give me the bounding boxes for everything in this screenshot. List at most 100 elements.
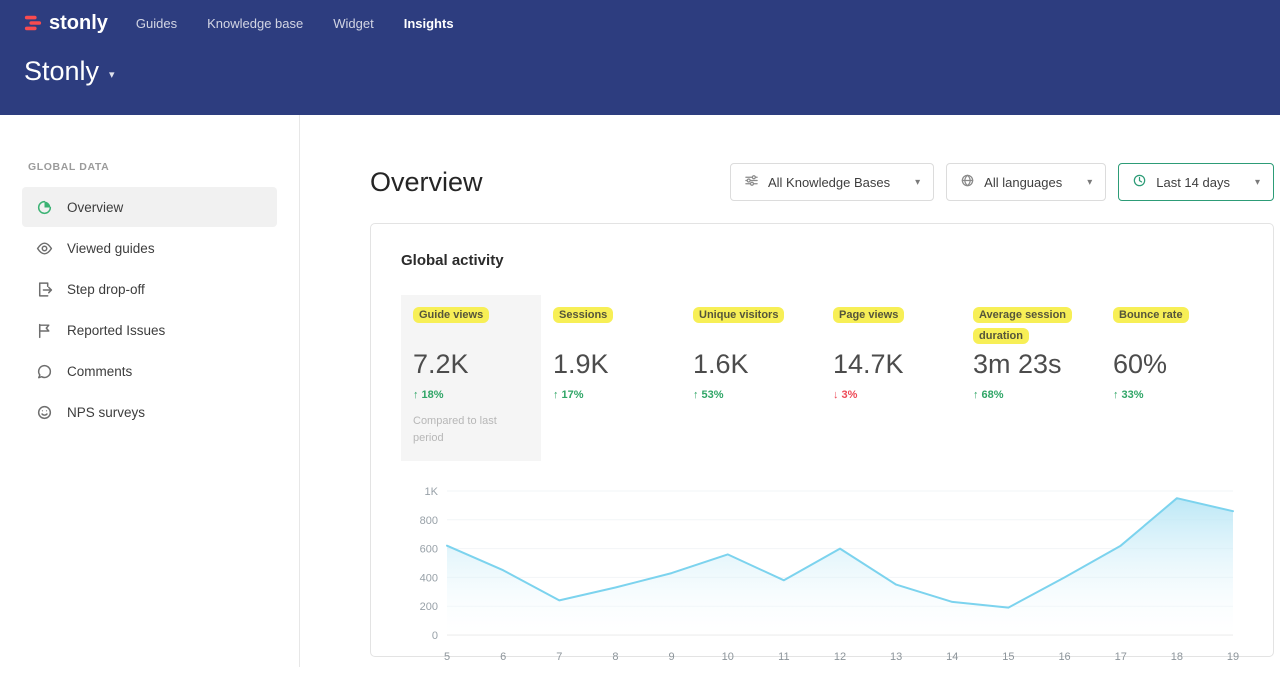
workspace-selector[interactable]: Stonly ▾ bbox=[24, 56, 1256, 87]
sidebar: GLOBAL DATA Overview Viewed guides bbox=[0, 115, 300, 667]
metric-sessions[interactable]: Sessions 1.9K ↑17% bbox=[541, 295, 681, 461]
page-title: Overview bbox=[370, 167, 483, 198]
language-filter[interactable]: All languages ▾ bbox=[946, 163, 1106, 201]
metric-value: 1.6K bbox=[693, 349, 809, 380]
sidebar-item-label: Comments bbox=[67, 364, 132, 379]
sidebar-item-nps-surveys[interactable]: NPS surveys bbox=[22, 392, 277, 432]
svg-text:8: 8 bbox=[612, 651, 618, 663]
metric-delta: ↑33% bbox=[1113, 389, 1229, 401]
metric-delta: ↓3% bbox=[833, 389, 949, 401]
svg-text:1K: 1K bbox=[425, 486, 439, 498]
sidebar-item-label: Viewed guides bbox=[67, 241, 155, 256]
sidebar-item-step-drop-off[interactable]: Step drop-off bbox=[22, 269, 277, 309]
metric-label: Guide views bbox=[413, 307, 489, 323]
svg-text:13: 13 bbox=[890, 651, 902, 663]
sidebar-item-viewed-guides[interactable]: Viewed guides bbox=[22, 228, 277, 268]
svg-text:600: 600 bbox=[420, 544, 438, 556]
metric-delta: ↑68% bbox=[973, 389, 1089, 401]
sidebar-section-label: GLOBAL DATA bbox=[22, 161, 277, 173]
metric-delta: ↑17% bbox=[553, 389, 669, 401]
knowledge-base-filter[interactable]: All Knowledge Bases ▾ bbox=[730, 163, 934, 201]
metric-avg-session-duration[interactable]: Average session duration 3m 23s ↑68% bbox=[961, 295, 1101, 461]
metric-value: 3m 23s bbox=[973, 349, 1089, 380]
svg-text:18: 18 bbox=[1171, 651, 1183, 663]
trend-arrow-icon: ↑ bbox=[693, 389, 699, 401]
metric-value: 1.9K bbox=[553, 349, 669, 380]
metric-label: Average session duration bbox=[973, 307, 1072, 344]
metrics-row: Guide views 7.2K ↑18% Compared to last p… bbox=[401, 295, 1243, 461]
svg-text:7: 7 bbox=[556, 651, 562, 663]
sidebar-item-label: NPS surveys bbox=[67, 405, 145, 420]
metric-unique-visitors[interactable]: Unique visitors 1.6K ↑53% bbox=[681, 295, 821, 461]
metric-value: 7.2K bbox=[413, 349, 529, 380]
nav-knowledge-base[interactable]: Knowledge base bbox=[207, 16, 303, 31]
filter-bar: All Knowledge Bases ▾ All languages ▾ bbox=[730, 163, 1274, 201]
svg-text:15: 15 bbox=[1002, 651, 1014, 663]
sidebar-item-label: Reported Issues bbox=[67, 323, 165, 338]
smiley-icon bbox=[36, 404, 53, 421]
svg-text:9: 9 bbox=[669, 651, 675, 663]
nav-guides[interactable]: Guides bbox=[136, 16, 177, 31]
svg-text:14: 14 bbox=[946, 651, 958, 663]
svg-text:12: 12 bbox=[834, 651, 846, 663]
sidebar-item-comments[interactable]: Comments bbox=[22, 351, 277, 391]
top-navigation: stonly Guides Knowledge base Widget Insi… bbox=[24, 0, 1256, 40]
nav-insights[interactable]: Insights bbox=[404, 16, 454, 31]
metric-delta: ↑18% bbox=[413, 389, 529, 401]
svg-text:400: 400 bbox=[420, 572, 438, 584]
main-content: Overview All Knowledge Bases ▾ bbox=[300, 115, 1280, 667]
metric-label: Page views bbox=[833, 307, 904, 323]
metric-value: 60% bbox=[1113, 349, 1229, 380]
sidebar-item-label: Step drop-off bbox=[67, 282, 145, 297]
trend-arrow-icon: ↑ bbox=[1113, 389, 1119, 401]
chevron-down-icon: ▾ bbox=[1087, 177, 1092, 188]
workspace-title[interactable]: Stonly bbox=[24, 56, 99, 87]
top-nav-links: Guides Knowledge base Widget Insights bbox=[136, 16, 454, 31]
clock-icon bbox=[1132, 173, 1147, 191]
date-range-filter[interactable]: Last 14 days ▾ bbox=[1118, 163, 1274, 201]
nav-widget[interactable]: Widget bbox=[333, 16, 373, 31]
step-dropoff-icon bbox=[36, 281, 53, 298]
comment-icon bbox=[36, 363, 53, 380]
trend-arrow-icon: ↑ bbox=[973, 389, 979, 401]
metric-label: Sessions bbox=[553, 307, 613, 323]
svg-text:200: 200 bbox=[420, 601, 438, 613]
global-activity-card: Global activity Guide views 7.2K ↑18% Co… bbox=[370, 223, 1274, 657]
svg-text:0: 0 bbox=[432, 630, 438, 642]
eye-icon bbox=[36, 240, 53, 257]
chevron-down-icon: ▾ bbox=[1255, 177, 1260, 188]
svg-text:19: 19 bbox=[1227, 651, 1239, 663]
chevron-down-icon[interactable]: ▾ bbox=[109, 62, 115, 81]
sidebar-item-overview[interactable]: Overview bbox=[22, 187, 277, 227]
svg-text:800: 800 bbox=[420, 515, 438, 527]
card-title: Global activity bbox=[401, 252, 1243, 269]
metric-delta: ↑53% bbox=[693, 389, 809, 401]
stonly-logo[interactable]: stonly bbox=[24, 12, 108, 35]
svg-text:5: 5 bbox=[444, 651, 450, 663]
metric-label: Bounce rate bbox=[1113, 307, 1189, 323]
metric-guide-views[interactable]: Guide views 7.2K ↑18% Compared to last p… bbox=[401, 295, 541, 461]
trend-arrow-icon: ↓ bbox=[833, 389, 839, 401]
filter-label: All languages bbox=[984, 175, 1062, 190]
svg-text:6: 6 bbox=[500, 651, 506, 663]
sliders-icon bbox=[744, 173, 759, 191]
svg-text:17: 17 bbox=[1115, 651, 1127, 663]
metric-label: Unique visitors bbox=[693, 307, 784, 323]
metric-bounce-rate[interactable]: Bounce rate 60% ↑33% bbox=[1101, 295, 1241, 461]
pie-chart-icon bbox=[36, 199, 53, 216]
stonly-logo-icon bbox=[24, 14, 42, 32]
activity-area-chart: 0 200 400 600 800 1K 5 6 7 8 9 10 11 12 13 14 15 16 17 18 19 bbox=[401, 479, 1243, 669]
trend-arrow-icon: ↑ bbox=[413, 389, 419, 401]
filter-label: All Knowledge Bases bbox=[768, 175, 890, 190]
trend-arrow-icon: ↑ bbox=[553, 389, 559, 401]
filter-label: Last 14 days bbox=[1156, 175, 1230, 190]
svg-text:11: 11 bbox=[778, 651, 789, 663]
chevron-down-icon: ▾ bbox=[915, 177, 920, 188]
svg-text:10: 10 bbox=[722, 651, 734, 663]
globe-icon bbox=[960, 173, 975, 191]
svg-text:16: 16 bbox=[1058, 651, 1070, 663]
sidebar-item-reported-issues[interactable]: Reported Issues bbox=[22, 310, 277, 350]
sidebar-item-label: Overview bbox=[67, 200, 123, 215]
flag-icon bbox=[36, 322, 53, 339]
metric-page-views[interactable]: Page views 14.7K ↓3% bbox=[821, 295, 961, 461]
